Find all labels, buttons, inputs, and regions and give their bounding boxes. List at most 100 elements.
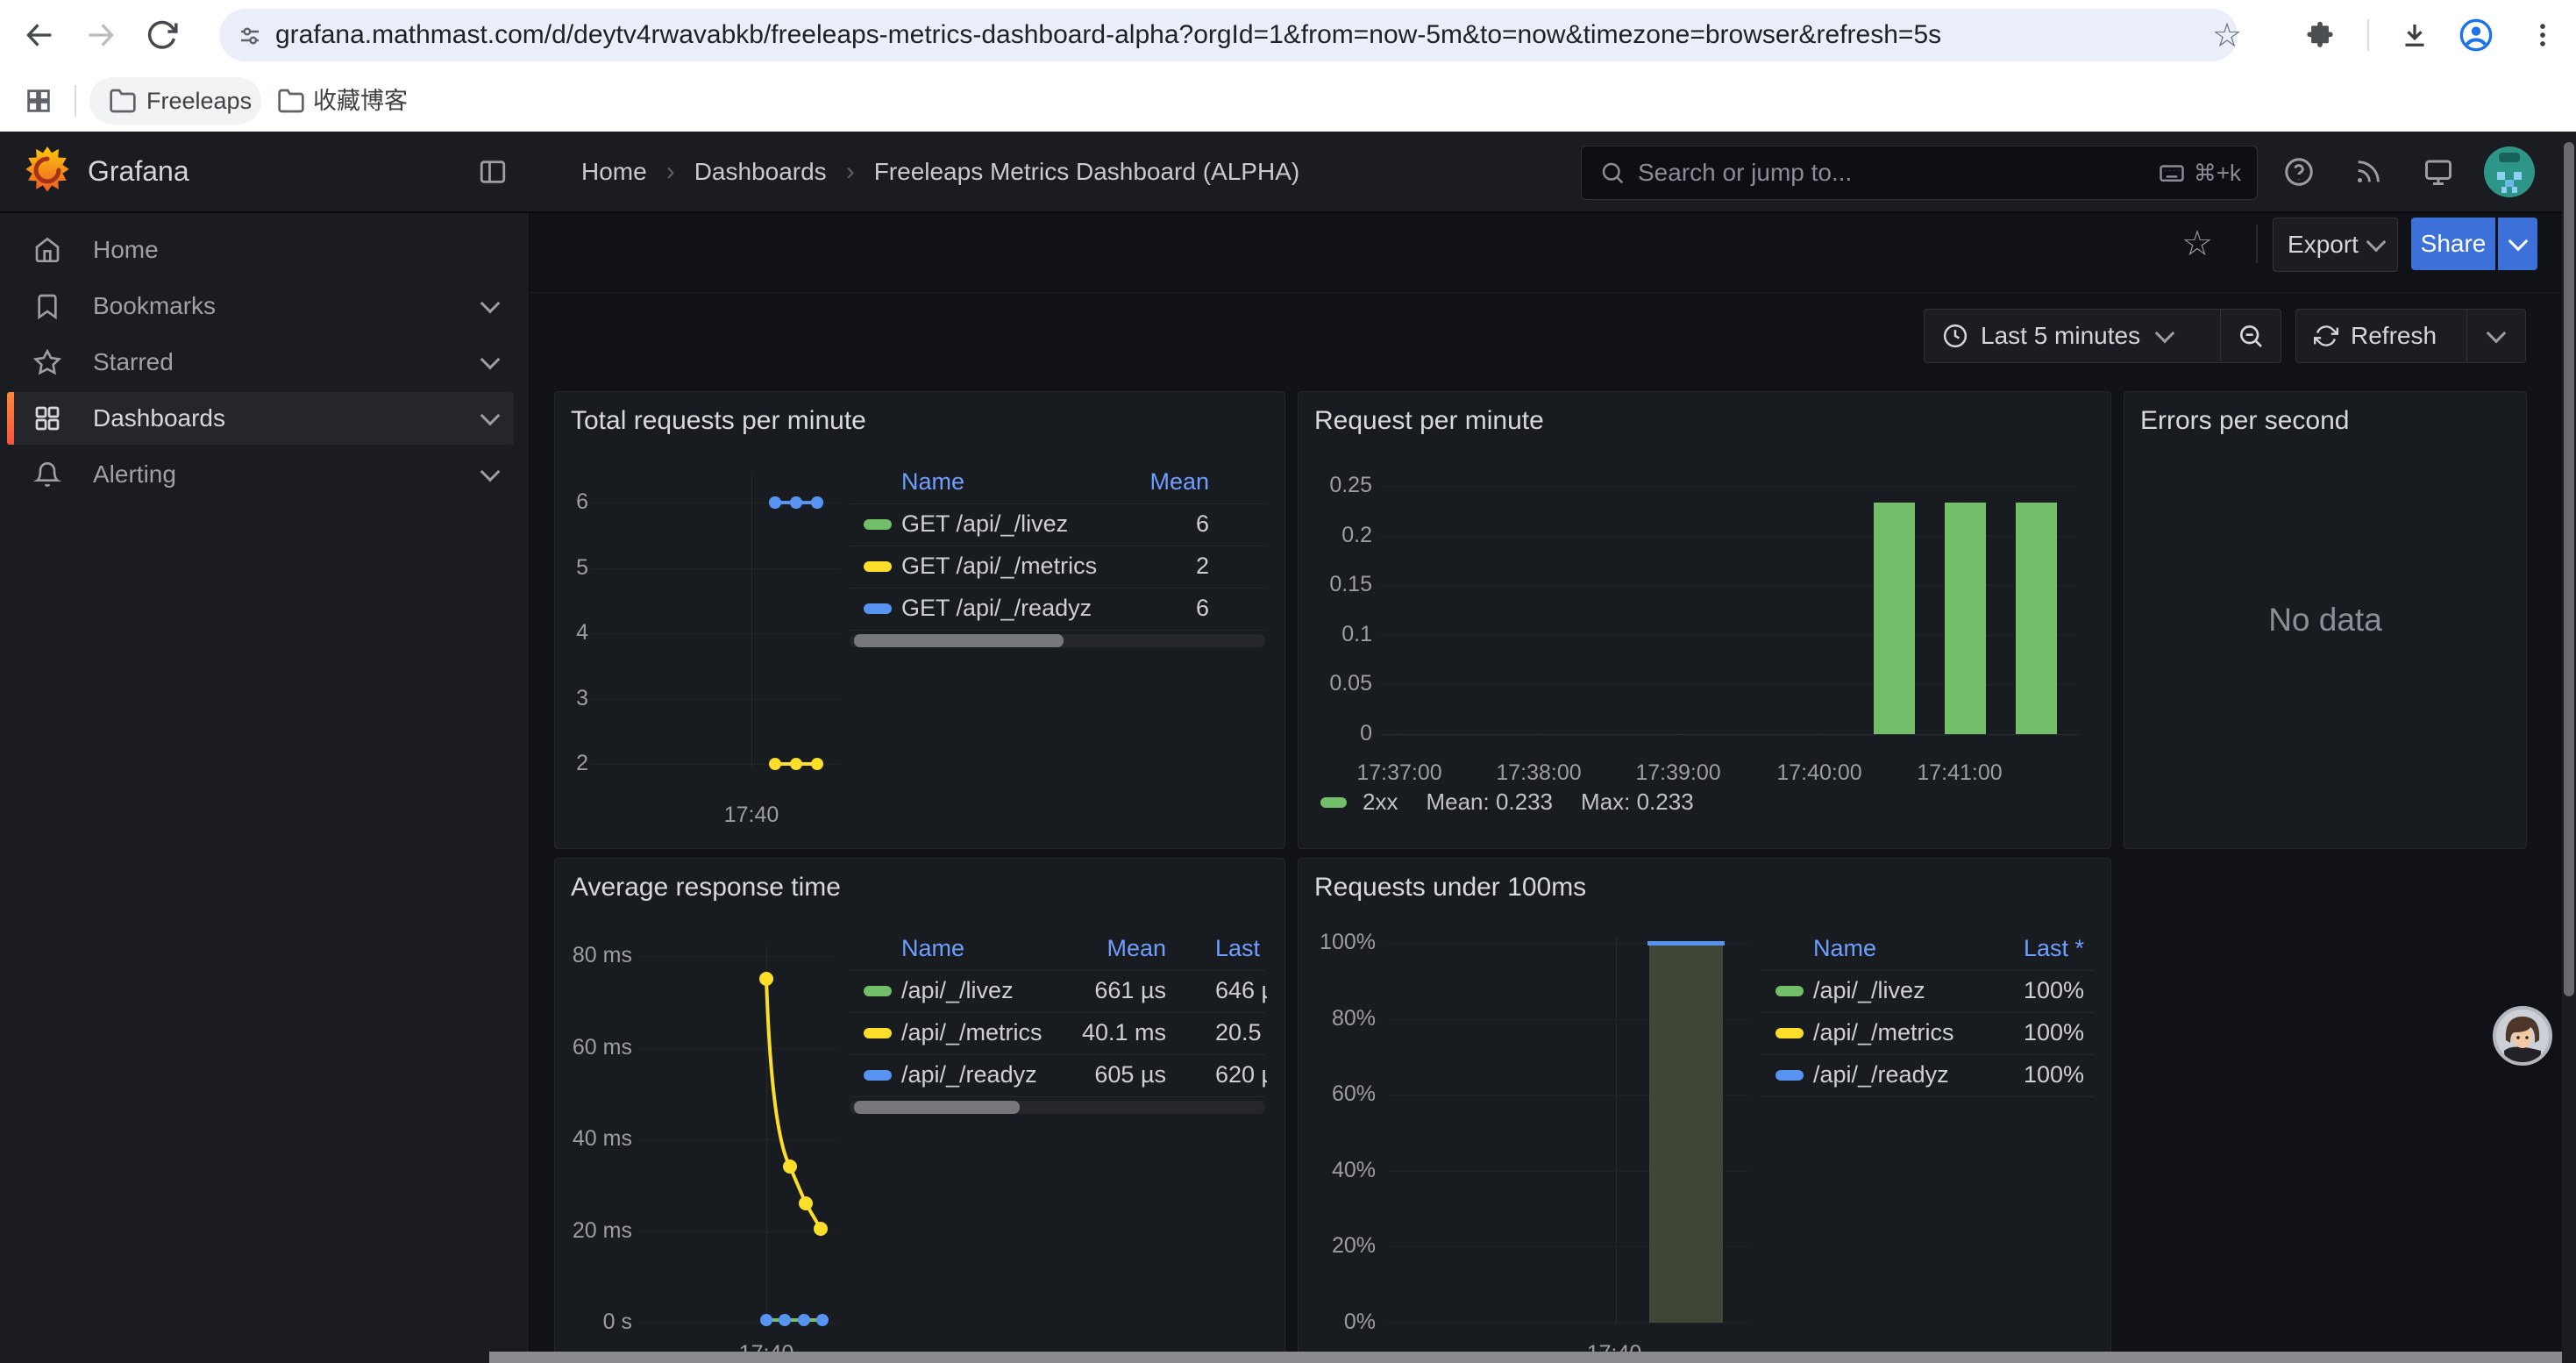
clock-icon [1942, 323, 1968, 349]
table-header-name[interactable]: Name [1813, 935, 1876, 962]
browser-profile-button[interactable] [2455, 14, 2497, 56]
gridline [592, 568, 839, 569]
horizontal-scrollbar-thumb[interactable] [489, 1352, 2562, 1363]
y-tick-label: 20% [1299, 1233, 1376, 1259]
table-row[interactable]: /api/_/livez100% [1761, 971, 2096, 1011]
gridline [592, 633, 839, 634]
back-button[interactable] [18, 14, 60, 56]
display-button[interactable] [2419, 153, 2458, 191]
x-tick-label: 17:40 [712, 803, 791, 828]
active-indicator [7, 392, 14, 445]
user-avatar[interactable] [2483, 146, 2536, 198]
bar[interactable] [1945, 503, 1986, 734]
sidebar-item-bookmarks[interactable]: Bookmarks [7, 280, 514, 332]
bar[interactable] [2016, 503, 2057, 734]
help-button[interactable] [2280, 153, 2318, 191]
y-tick-label: 0.25 [1299, 473, 1372, 498]
table-row[interactable]: /api/_/metrics40.1 ms20.5 ms [848, 1013, 1267, 1053]
bookmark-star-icon[interactable]: ☆ [2208, 18, 2246, 53]
sidebar-item-dashboards[interactable]: Dashboards [7, 392, 514, 445]
series-swatch [864, 986, 892, 996]
data-point [814, 1222, 828, 1236]
gridline [592, 699, 839, 700]
bookmark-icon [33, 292, 61, 320]
table-row[interactable]: /api/_/livez661 µs646 µs [848, 971, 1267, 1011]
data-point [798, 1314, 810, 1326]
table-row[interactable]: GET /api/_/metrics2 [848, 546, 1267, 587]
kebab-menu-icon [2528, 20, 2558, 50]
table-row[interactable]: GET /api/_/readyz6 [848, 589, 1267, 629]
bookmark-label[interactable]: 收藏博客 [313, 70, 408, 132]
y-tick-label: 80% [1299, 1006, 1376, 1031]
table-scrollbar-thumb[interactable] [854, 1101, 1020, 1114]
y-tick-label: 40% [1299, 1158, 1376, 1183]
grafana-header: Grafana Home Dashboards Freeleaps Metric… [0, 132, 2576, 211]
site-info-icon[interactable] [235, 21, 265, 51]
news-button[interactable] [2349, 153, 2387, 191]
export-button[interactable]: Export [2273, 218, 2398, 272]
table-row[interactable]: GET /api/_/livez6 [848, 504, 1267, 545]
reload-button[interactable] [141, 14, 183, 56]
legend-table: Name Mean Last * /api/_/livez661 µs646 µs/a… [848, 859, 1267, 1122]
breadcrumb-home[interactable]: Home [581, 158, 647, 186]
chevron-down-icon[interactable] [480, 293, 501, 313]
data-point [790, 496, 802, 509]
y-tick-label: 0.15 [1299, 572, 1372, 597]
breadcrumb-dashboards[interactable]: Dashboards [694, 158, 827, 186]
download-button[interactable] [2394, 14, 2436, 56]
sidebar-item-starred[interactable]: Starred [7, 336, 514, 389]
back-icon [22, 18, 57, 53]
search-input[interactable]: Search or jump to... ⌘+k [1581, 146, 2258, 200]
floating-avatar[interactable] [2492, 1005, 2553, 1067]
table-row[interactable]: /api/_/metrics100% [1761, 1013, 2096, 1053]
share-dropdown-button[interactable] [2498, 218, 2537, 270]
row-separator [850, 1096, 1265, 1097]
panel-requests-under-100ms: Requests under 100ms 100%80%60%40%20%0%1… [1298, 858, 2111, 1363]
vertical-scrollbar-thumb[interactable] [2564, 142, 2574, 996]
sidebar-item-label: Home [93, 236, 159, 264]
sidebar-collapse-button[interactable] [473, 154, 512, 189]
table-header-col2[interactable]: Last * [1891, 935, 2084, 962]
url-bar[interactable]: grafana.mathmast.com/d/deytv4rwavabkb/fr… [219, 9, 2238, 61]
legend-max: Max: 0.233 [1581, 789, 1694, 816]
zoom-out-time-button[interactable] [2221, 310, 2281, 362]
grafana-logo[interactable] [21, 144, 74, 196]
table-header-col3[interactable]: Last * [1215, 935, 1267, 962]
sidebar-item-home[interactable]: Home [7, 224, 514, 276]
legend-series-name[interactable]: 2xx [1363, 789, 1398, 816]
table-header-name[interactable]: Name [901, 935, 964, 962]
zoom-out-icon [2237, 322, 2265, 350]
row-separator [850, 630, 1265, 631]
extensions-button[interactable] [2299, 14, 2341, 56]
table-header-name[interactable]: Name [901, 468, 964, 496]
series-value: 40.1 ms [973, 1019, 1166, 1046]
bookmark-label[interactable]: Freeleaps [146, 70, 252, 132]
url-text[interactable]: grafana.mathmast.com/d/deytv4rwavabkb/fr… [275, 9, 1941, 61]
gridline-vertical [1539, 486, 1540, 734]
browser-toolbar: grafana.mathmast.com/d/deytv4rwavabkb/fr… [0, 0, 2576, 70]
chevron-down-icon[interactable] [480, 349, 501, 369]
table-scrollbar-thumb[interactable] [854, 634, 1064, 647]
no-data-text: No data [2268, 602, 2382, 639]
apps-grid-button[interactable] [18, 80, 60, 122]
share-button[interactable]: Share [2411, 218, 2495, 270]
chevron-down-icon[interactable] [480, 405, 501, 425]
series-value-last: 620 µs [1215, 1061, 1267, 1088]
sidebar-item-alerting[interactable]: Alerting [7, 448, 514, 501]
table-row[interactable]: /api/_/readyz605 µs620 µs [848, 1055, 1267, 1095]
bookmark-folder[interactable] [272, 80, 310, 122]
screen: grafana.mathmast.com/d/deytv4rwavabkb/fr… [0, 0, 2576, 1363]
time-range-picker[interactable]: Last 5 minutes [1925, 322, 2220, 350]
refresh-button[interactable]: Refresh [2296, 322, 2466, 350]
table-header-col2[interactable]: Mean [973, 935, 1166, 962]
favorite-dashboard-star-icon[interactable]: ☆ [2178, 225, 2217, 263]
table-row[interactable]: /api/_/readyz100% [1761, 1055, 2096, 1095]
refresh-interval-dropdown[interactable] [2467, 310, 2525, 362]
table-header-col2[interactable]: Mean [1016, 468, 1209, 496]
bar[interactable] [1874, 503, 1915, 734]
browser-menu-button[interactable] [2522, 14, 2564, 56]
chevron-down-icon[interactable] [480, 461, 501, 482]
forward-button[interactable] [80, 14, 122, 56]
bookmark-folder[interactable] [103, 80, 142, 122]
gridline [1381, 734, 2078, 735]
